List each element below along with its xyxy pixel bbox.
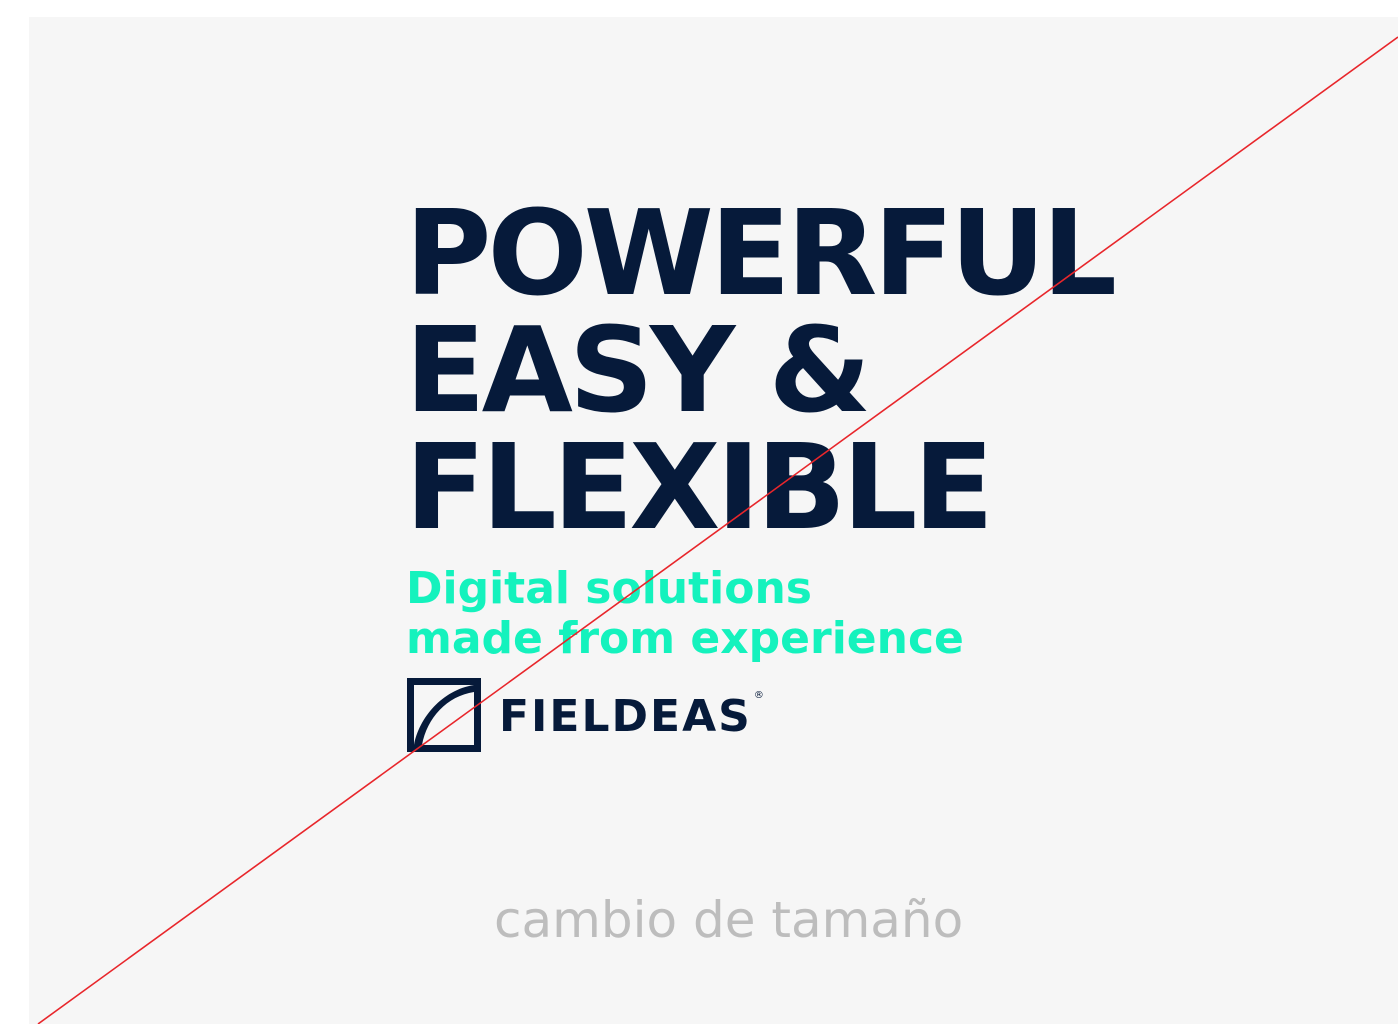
headline: POWERFUL EASY & FLEXIBLE bbox=[405, 184, 1117, 556]
tagline-line-2: made from experience bbox=[406, 613, 964, 664]
fieldeas-logo: FIELDEAS ® bbox=[407, 678, 764, 752]
headline-line-1: POWERFUL bbox=[405, 184, 1117, 322]
headline-line-2: EASY & bbox=[405, 301, 871, 439]
tagline-line-1: Digital solutions bbox=[406, 563, 812, 614]
fieldeas-logo-icon bbox=[407, 678, 481, 752]
tagline: Digital solutions made from experience bbox=[406, 564, 964, 664]
registered-mark: ® bbox=[753, 689, 764, 701]
artboard: POWERFUL EASY & FLEXIBLE Digital solutio… bbox=[29, 17, 1398, 1024]
headline-line-3: FLEXIBLE bbox=[405, 418, 994, 556]
logo-wordmark: FIELDEAS bbox=[499, 690, 752, 742]
resize-caption: cambio de tamaño bbox=[494, 891, 964, 949]
